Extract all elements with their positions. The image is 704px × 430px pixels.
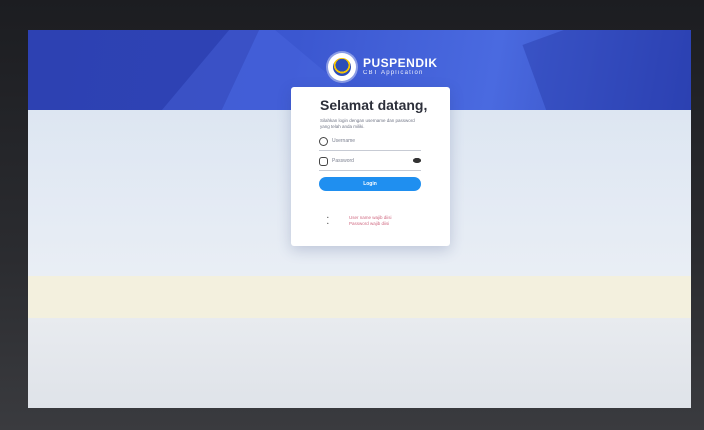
page-title: Selamat datang,	[320, 97, 428, 113]
error-list: • User name wajib diisi • Password wajib…	[327, 215, 427, 227]
error-password: Password wajib diisi	[349, 221, 390, 226]
screen: PUSPENDIK CBT Application Selamat datang…	[28, 30, 691, 408]
page-background-lower	[28, 318, 691, 408]
brand: PUSPENDIK CBT Application	[328, 53, 438, 81]
lock-icon	[319, 157, 328, 166]
logo-icon	[328, 53, 356, 81]
login-description: Silahkan login dengan username dan passw…	[320, 118, 415, 129]
brand-subtitle: CBT Application	[363, 69, 424, 76]
brand-title: PUSPENDIK	[363, 55, 438, 70]
user-icon	[319, 137, 328, 146]
password-placeholder: Password	[332, 158, 354, 164]
login-button[interactable]: Login	[319, 177, 421, 191]
username-field[interactable]: Username	[319, 136, 421, 151]
password-field[interactable]: Password	[319, 156, 421, 171]
list-item: • Password wajib diisi	[327, 221, 390, 226]
eye-icon[interactable]	[413, 158, 421, 163]
login-card: Selamat datang, Silahkan login dengan us…	[291, 87, 450, 246]
background-band	[28, 276, 691, 318]
username-placeholder: Username	[332, 138, 356, 144]
